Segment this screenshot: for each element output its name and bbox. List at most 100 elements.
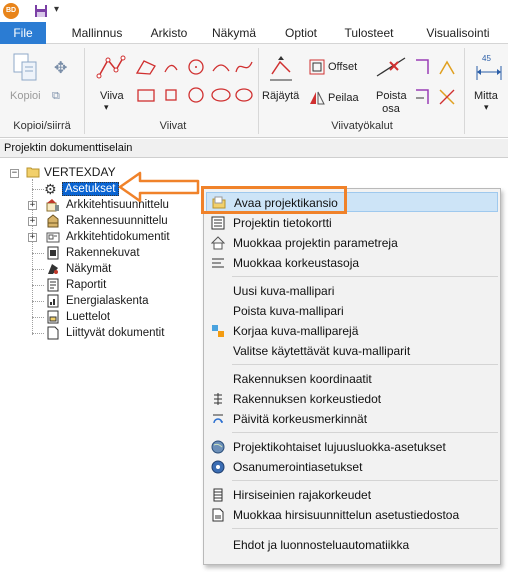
info-card-icon [211, 216, 225, 230]
tab-visualisointi[interactable]: Visualisointi [416, 22, 500, 44]
rectangle-icon[interactable] [134, 86, 158, 104]
menu-item-valitse-kuva-malliparit[interactable]: Valitse käytettävät kuva-malliparit [206, 341, 498, 361]
tree-item-raportit[interactable]: Raportit [66, 277, 106, 293]
tree-guide-line [32, 189, 44, 190]
tree-item-rakennekuvat[interactable]: Rakennekuvat [66, 245, 140, 261]
refresh-levels-icon [213, 414, 223, 424]
tree-item-rakennesuunnittelu[interactable]: Rakennesuunnittelu [66, 213, 168, 229]
mirror-button[interactable]: Peilaa [328, 92, 359, 104]
menu-item-muokkaa-projektin-parametreja[interactable]: Muokkaa projektin parametreja [206, 233, 498, 253]
dimension-icon[interactable] [474, 64, 504, 82]
ellipse-arc-icon[interactable] [234, 86, 254, 104]
corner-icon[interactable] [412, 86, 434, 108]
tree-item-arkkitehtidokumentit[interactable]: Arkkitehtidokumentit [66, 229, 170, 245]
globe-icon [211, 440, 225, 454]
menu-item-paivita-korkeusmerkinnat[interactable]: Päivitä korkeusmerkinnät [206, 409, 498, 429]
offset-icon[interactable] [308, 58, 326, 76]
height-info-icon [214, 393, 222, 405]
tree-item-nakymat[interactable]: Näkymät [66, 261, 111, 277]
fillet-icon[interactable] [436, 86, 458, 108]
menu-item-label: Rakennuksen korkeustiedot [233, 392, 382, 406]
menu-item-rakennuksen-korkeustiedot[interactable]: Rakennuksen korkeustiedot [206, 389, 498, 409]
ellipse-icon[interactable] [210, 86, 232, 104]
explode-button[interactable]: Räjäytä [262, 90, 299, 102]
menu-item-label: Korjaa kuva-malliparejä [233, 324, 359, 338]
group-separator [258, 48, 259, 134]
save-icon[interactable] [34, 4, 48, 18]
menu-item-label: Muokkaa korkeustasoja [233, 256, 360, 270]
numbering-icon [211, 460, 225, 474]
copy-icon[interactable] [12, 52, 42, 84]
line-button[interactable]: Viiva [100, 90, 124, 102]
tab-nakyma[interactable]: Näkymä [206, 22, 262, 44]
copy-paste-icon[interactable]: ⧉ [52, 90, 60, 103]
spline-icon[interactable] [234, 58, 254, 76]
delete-part-icon[interactable] [374, 54, 408, 80]
expand-toggle[interactable]: + [28, 233, 37, 242]
menu-item-label: Ehdot ja luonnosteluautomatiikka [233, 538, 410, 552]
delete-part-button[interactable]: Poista osa [376, 90, 407, 116]
expand-toggle[interactable]: + [28, 217, 37, 226]
menu-item-poista-kuva-mallipari[interactable]: Poista kuva-mallipari [206, 301, 498, 321]
energy-calculation-icon [47, 294, 59, 308]
menu-item-label: Muokkaa projektin parametreja [233, 236, 398, 250]
tab-arkisto[interactable]: Arkisto [140, 22, 198, 44]
circle-icon[interactable] [186, 86, 206, 104]
offset-button[interactable]: Offset [328, 61, 357, 73]
tree-item-energialaskenta[interactable]: Energialaskenta [66, 293, 148, 309]
trim-icon[interactable] [412, 56, 434, 78]
tree-item-asetukset[interactable]: Asetukset [62, 181, 119, 197]
menu-item-ehdot-ja-luonnosteluautomatiikka[interactable]: Ehdot ja luonnosteluautomatiikka [206, 535, 498, 555]
folder-open-icon [26, 167, 40, 178]
tree-item-liittyvat-dokumentit[interactable]: Liittyvät dokumentit [66, 325, 164, 341]
menu-item-lujuusluokka-asetukset[interactable]: Projektikohtaiset lujuusluokka-asetukset [206, 437, 498, 457]
tab-tulosteet[interactable]: Tulosteet [336, 22, 402, 44]
mirror-icon[interactable] [308, 90, 326, 106]
move-icon[interactable]: ✥ [54, 58, 67, 78]
menu-item-hirsiseinien-rajakorkeudet[interactable]: Hirsiseinien rajakorkeudet [206, 485, 498, 505]
menu-separator [232, 480, 498, 481]
tree-root-label[interactable]: VERTEXDAY [44, 164, 116, 180]
app-logo-icon[interactable]: BD [3, 3, 19, 19]
measure-button[interactable]: Mitta [474, 90, 498, 102]
menu-item-muokkaa-korkeustasoja[interactable]: Muokkaa korkeustasoja [206, 253, 498, 273]
menu-item-label: Osanumerointiasetukset [233, 460, 363, 474]
menu-item-label: Projektin tietokortti [233, 216, 332, 230]
arc-three-point-icon[interactable] [210, 58, 232, 76]
polygon-icon[interactable] [134, 58, 158, 76]
tab-mallinnus[interactable]: Mallinnus [62, 22, 132, 44]
menu-item-label: Poista kuva-mallipari [233, 304, 344, 318]
line-dropdown-icon[interactable]: ▾ [104, 102, 109, 113]
menu-item-projektin-tietokortti[interactable]: Projektin tietokortti [206, 213, 498, 233]
tab-file[interactable]: File [0, 22, 46, 44]
collapse-toggle[interactable]: − [10, 169, 19, 178]
views-icon [48, 264, 58, 274]
menu-item-hirsisuunnittelun-asetustiedosto[interactable]: Muokkaa hirsisuunnittelun asetustiedosto… [206, 505, 498, 525]
copy-button[interactable]: Kopioi [10, 90, 41, 102]
gear-icon: ⚙ [44, 181, 57, 197]
tree-item-luettelot[interactable]: Luettelot [66, 309, 110, 325]
customize-toolbar-icon[interactable]: ▾ [54, 4, 59, 15]
explode-icon[interactable] [266, 52, 296, 82]
menu-item-rakennuksen-koordinaatit[interactable]: Rakennuksen koordinaatit [206, 369, 498, 389]
square-icon[interactable] [162, 86, 180, 104]
menu-item-uusi-kuva-mallipari[interactable]: Uusi kuva-mallipari [206, 281, 498, 301]
quick-access-toolbar: BD ▾ [0, 0, 508, 22]
group-label-copy-move: Kopioi/siirrä [13, 120, 71, 132]
extend-icon[interactable] [436, 56, 458, 78]
structure-icon [47, 214, 59, 228]
tree-guide-line [32, 253, 44, 254]
measure-dropdown-icon[interactable]: ▾ [484, 102, 489, 113]
menu-item-osanumerointiasetukset[interactable]: Osanumerointiasetukset [206, 457, 498, 477]
polyline-icon[interactable] [96, 54, 126, 80]
expand-toggle[interactable]: + [28, 201, 37, 210]
tree-item-label[interactable]: Asetukset [62, 182, 119, 196]
arc-icon[interactable] [162, 58, 180, 76]
document-icon [47, 326, 59, 340]
menu-separator [232, 432, 498, 433]
menu-item-korjaa-kuva-mallipareja[interactable]: Korjaa kuva-malliparejä [206, 321, 498, 341]
tab-optiot[interactable]: Optiot [276, 22, 326, 44]
group-label-lines: Viivat [159, 120, 187, 132]
log-wall-icon [213, 488, 223, 502]
circle-center-icon[interactable] [186, 58, 206, 76]
